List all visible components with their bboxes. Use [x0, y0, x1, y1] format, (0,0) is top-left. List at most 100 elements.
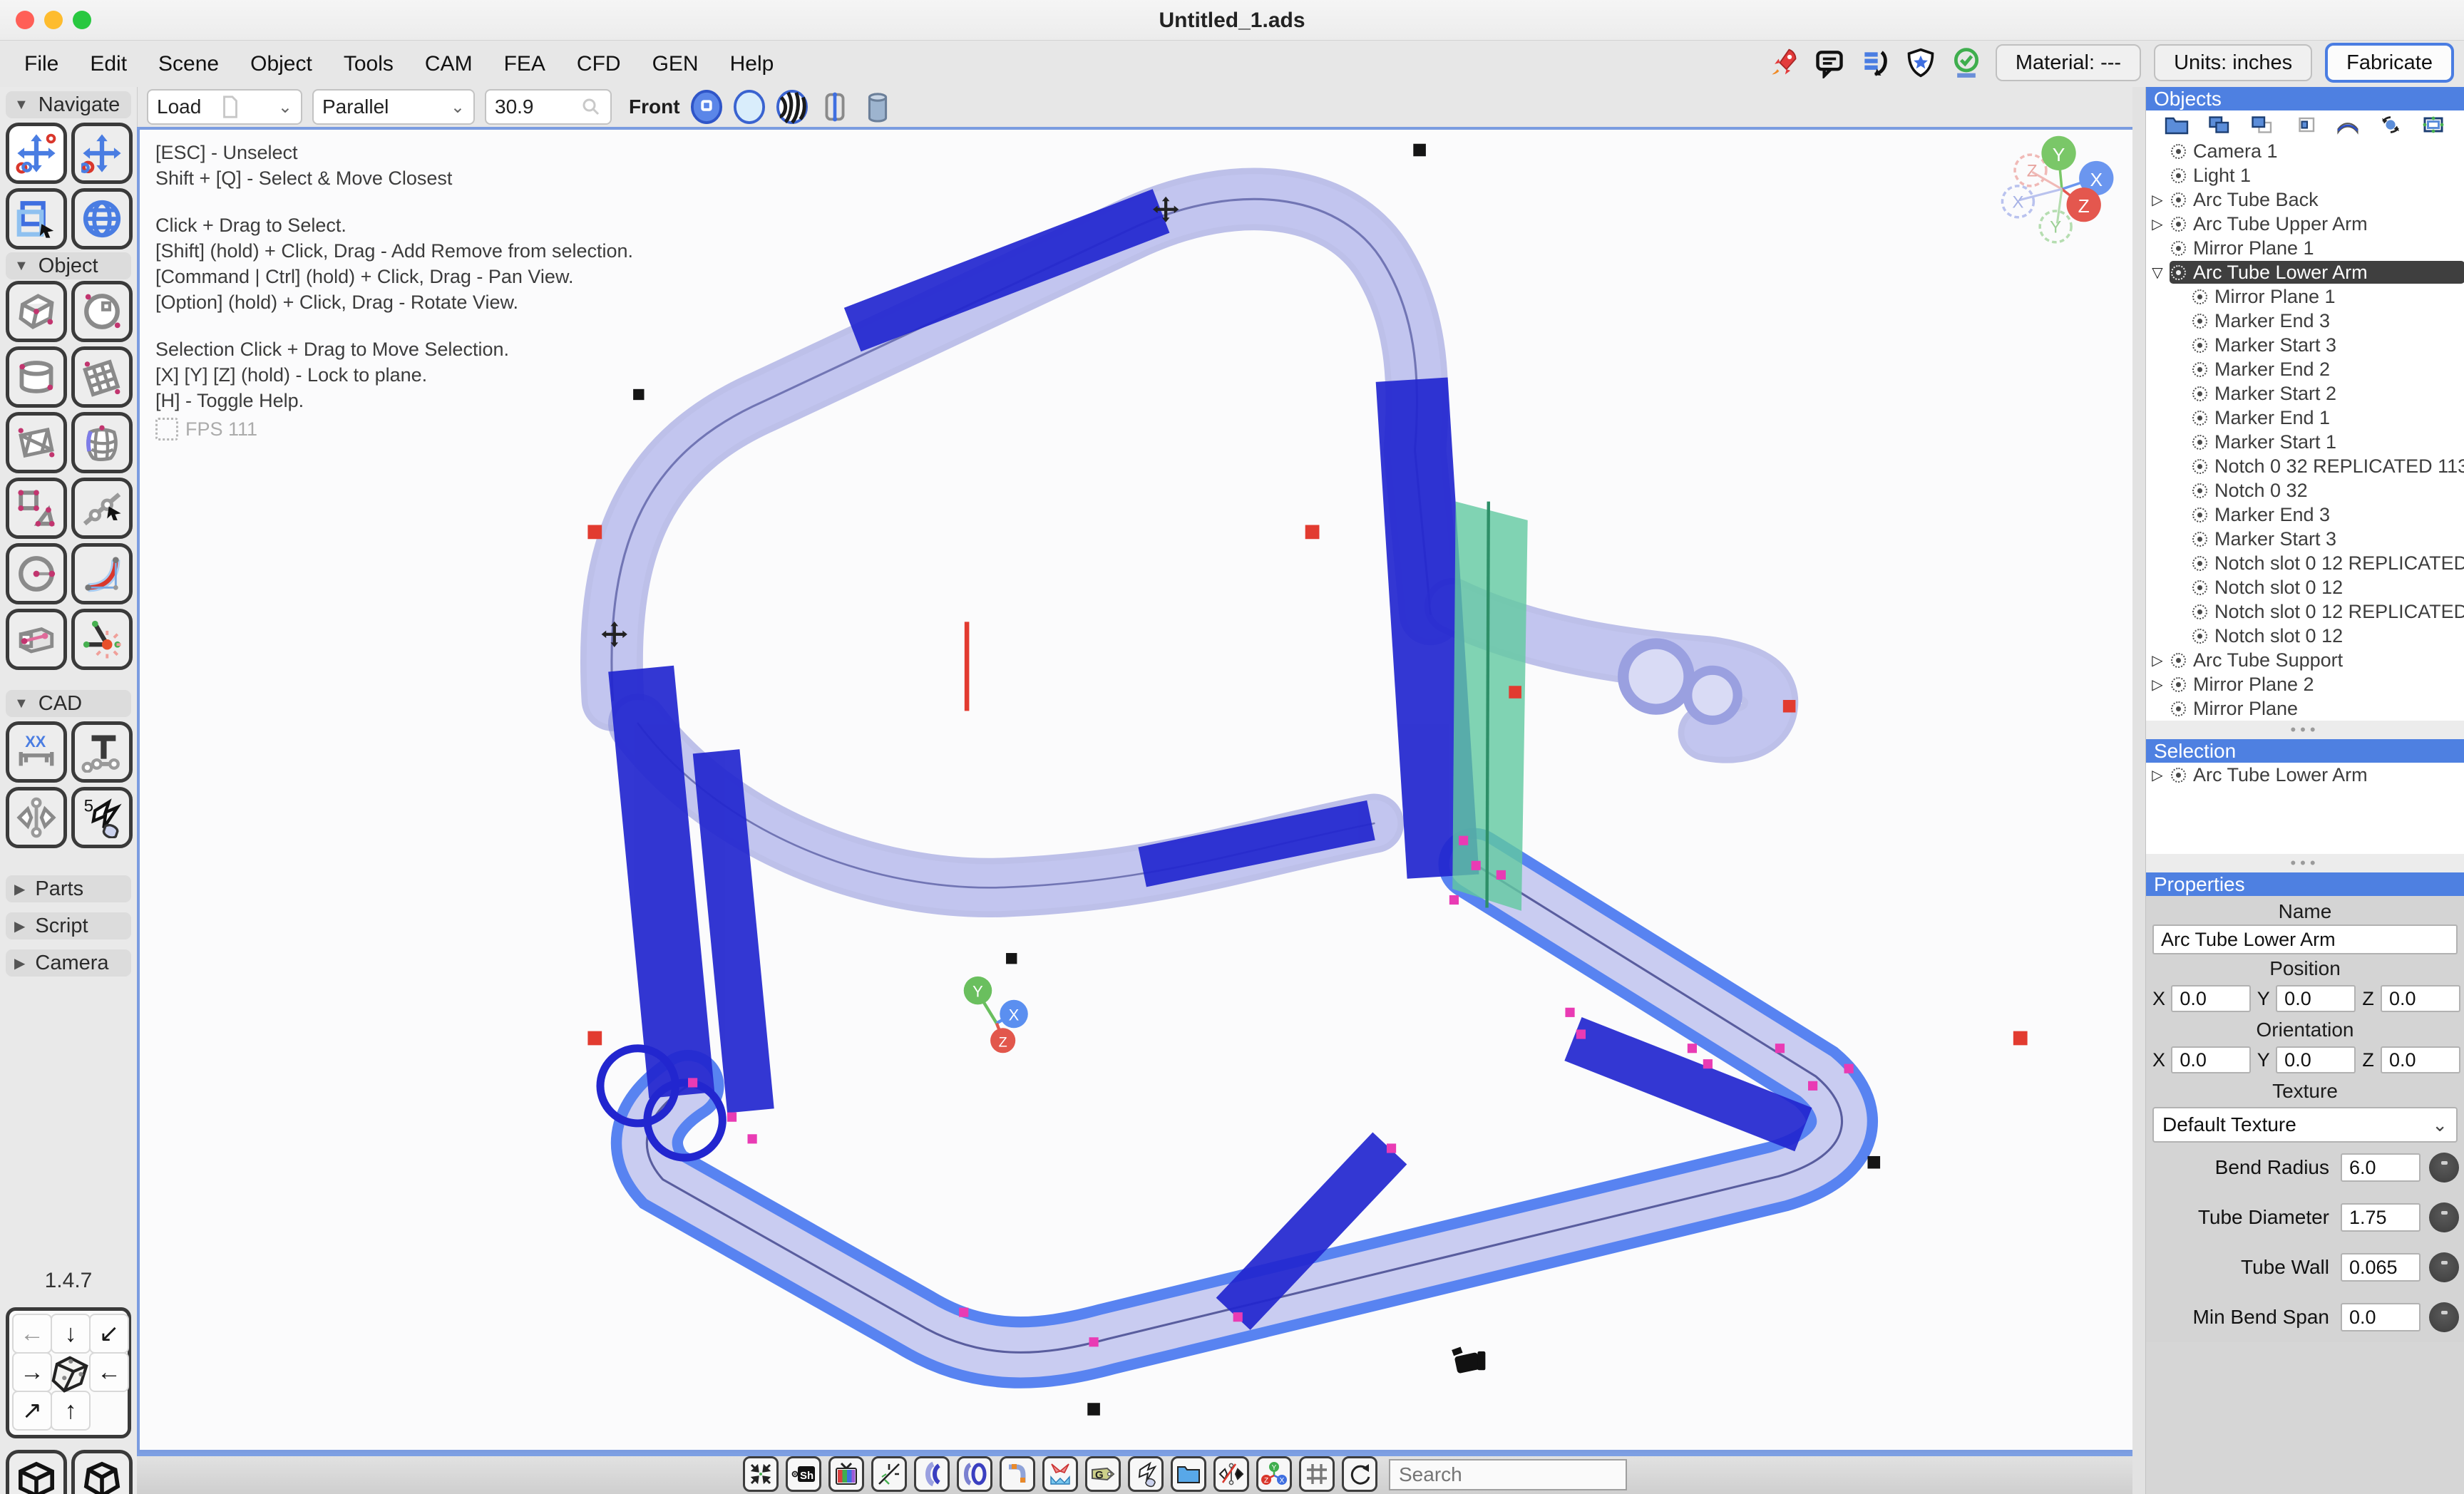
tree-item[interactable]: Marker Start 3	[2145, 527, 2464, 551]
tree-item[interactable]: Notch slot 0 12	[2145, 624, 2464, 648]
orientation-y-input[interactable]	[2276, 1046, 2356, 1073]
folder-icon[interactable]	[2163, 114, 2190, 135]
view-upright-button[interactable]: ↗	[12, 1391, 52, 1431]
zoom-field[interactable]: 30.9	[485, 89, 612, 125]
isolate-icon[interactable]	[2291, 114, 2319, 135]
perspective-view-button[interactable]	[71, 1450, 133, 1494]
snap-axes-icon[interactable]	[871, 1456, 907, 1492]
tree-item-content[interactable]: Marker End 3	[2191, 503, 2464, 526]
globe-tool-button[interactable]	[71, 188, 133, 249]
tree-item-content[interactable]: Notch slot 0 12	[2191, 624, 2464, 647]
tree-item[interactable]: Light 1	[2145, 163, 2464, 187]
projection-dropdown[interactable]: Parallel ⌄	[312, 89, 475, 125]
tree-item-content[interactable]: Notch 0 32 REPLICATED 113	[2191, 455, 2464, 478]
refresh-icon[interactable]	[1342, 1456, 1377, 1492]
menu-fea[interactable]: FEA	[488, 52, 561, 76]
tree-item[interactable]: Marker End 3	[2145, 309, 2464, 333]
tree-item[interactable]: Notch slot 0 12 REPLICATED 61	[2145, 599, 2464, 624]
center-view-icon[interactable]	[743, 1456, 779, 1492]
select-rect-tool-button[interactable]	[6, 188, 67, 249]
menu-object[interactable]: Object	[235, 52, 328, 76]
g-tag-icon[interactable]: G	[1085, 1456, 1121, 1492]
tree-item[interactable]: Marker End 3	[2145, 503, 2464, 527]
menu-file[interactable]: File	[9, 52, 74, 76]
section-object[interactable]: ▼Object	[6, 252, 131, 279]
comment-icon[interactable]	[1813, 46, 1846, 79]
disclosure-icon[interactable]: ▷	[2145, 766, 2170, 784]
tree-item[interactable]: Mirror Plane 1	[2145, 236, 2464, 260]
orientation-cube[interactable]	[48, 1352, 92, 1396]
units-button[interactable]: Units: inches	[2154, 44, 2312, 81]
tree-item[interactable]: ▷Arc Tube Lower Arm	[2145, 763, 2464, 787]
history-icon[interactable]	[1859, 46, 1891, 79]
search-input[interactable]	[1389, 1459, 1627, 1490]
view-left-button[interactable]: ←	[12, 1314, 52, 1354]
laser-point-button[interactable]	[71, 609, 133, 670]
menu-tools[interactable]: Tools	[328, 52, 409, 76]
menu-cfd[interactable]: CFD	[561, 52, 637, 76]
tree-item-content[interactable]: Marker Start 2	[2191, 382, 2464, 405]
disclosure-icon[interactable]: ▷	[2145, 676, 2170, 694]
bounds-handles-red[interactable]	[587, 525, 2027, 1046]
view-downleft-button[interactable]: ↙	[89, 1314, 129, 1354]
tree-item-content[interactable]: Marker End 1	[2191, 406, 2464, 429]
tube-wall-input[interactable]	[2341, 1253, 2421, 1282]
tree-item-content[interactable]: Arc Tube Upper Arm	[2170, 212, 2464, 235]
cylinder-primitive-button[interactable]	[6, 346, 67, 408]
section-cad[interactable]: ▼CAD	[6, 690, 131, 717]
menu-edit[interactable]: Edit	[74, 52, 143, 76]
tube-arch-icon[interactable]	[2334, 114, 2361, 135]
tree-item-content[interactable]: Mirror Plane 2	[2170, 673, 2464, 696]
zebra-sphere-icon[interactable]	[776, 89, 808, 125]
tree-item[interactable]: Marker Start 1	[2145, 430, 2464, 454]
disclosure-icon[interactable]: ▷	[2145, 215, 2170, 233]
move-selected-tool-button[interactable]	[71, 123, 133, 184]
section-camera[interactable]: ▶Camera	[6, 949, 131, 977]
tree-item[interactable]: Camera 1	[2145, 139, 2464, 163]
tube-diameter-input[interactable]	[2341, 1203, 2421, 1232]
position-y-input[interactable]	[2276, 985, 2356, 1012]
fabricate-button[interactable]: Fabricate	[2325, 43, 2454, 83]
position-z-input[interactable]	[2381, 985, 2460, 1012]
tube-arc-icon[interactable]	[914, 1456, 950, 1492]
plane-grid-button[interactable]	[71, 346, 133, 408]
menu-help[interactable]: Help	[714, 52, 790, 76]
wire-cylinder-icon[interactable]	[818, 89, 851, 125]
value-knob[interactable]	[2429, 1202, 2459, 1232]
iso-view-button[interactable]	[6, 1450, 67, 1494]
tree-item[interactable]: Notch 0 32 REPLICATED 113	[2145, 454, 2464, 478]
view-right-button[interactable]: →	[12, 1352, 52, 1392]
tree-item-content[interactable]: Marker Start 3	[2191, 334, 2464, 356]
shaded-sphere-icon[interactable]	[690, 89, 723, 125]
dimension-tool-button[interactable]: XX	[6, 721, 67, 783]
tree-item-content[interactable]: Mirror Plane 1	[2191, 285, 2464, 308]
tee-joint-button[interactable]	[71, 721, 133, 783]
tree-item[interactable]: Marker End 2	[2145, 357, 2464, 381]
replicate-icon[interactable]	[1128, 1456, 1164, 1492]
flat-sphere-icon[interactable]	[733, 89, 766, 125]
move-tool-button[interactable]	[6, 123, 67, 184]
tree-item[interactable]: Notch slot 0 12	[2145, 575, 2464, 599]
box-tube-button[interactable]	[6, 609, 67, 670]
mesh-sphere-button[interactable]	[71, 412, 133, 473]
tree-item[interactable]: ▷Mirror Plane 2	[2145, 672, 2464, 696]
render-tv-icon[interactable]	[828, 1456, 864, 1492]
menu-gen[interactable]: GEN	[637, 52, 714, 76]
tree-item-content[interactable]: Notch slot 0 12	[2191, 576, 2464, 599]
value-knob[interactable]	[2429, 1153, 2459, 1183]
tree-item[interactable]: Marker Start 3	[2145, 333, 2464, 357]
tree-item[interactable]: ▷Arc Tube Upper Arm	[2145, 212, 2464, 236]
panel-resize-handle[interactable]: •••	[2145, 854, 2464, 872]
tree-item[interactable]: Marker End 1	[2145, 406, 2464, 430]
orientation-z-input[interactable]	[2381, 1046, 2460, 1073]
tree-item-content[interactable]: Mirror Plane 1	[2170, 237, 2464, 259]
sphere-primitive-button[interactable]	[71, 281, 133, 342]
origin-gizmo[interactable]: Y X Z	[964, 977, 1028, 1053]
tri-plane-button[interactable]	[6, 412, 67, 473]
tree-item-content[interactable]: Arc Tube Lower Arm	[2170, 763, 2464, 786]
section-parts[interactable]: ▶Parts	[6, 875, 131, 902]
tree-item-content[interactable]: Marker Start 1	[2191, 431, 2464, 453]
view-left2-button[interactable]: ←	[89, 1352, 129, 1392]
tree-item[interactable]: ▽Arc Tube Lower Arm	[2145, 260, 2464, 284]
tree-item[interactable]: Mirror Plane 1	[2145, 284, 2464, 309]
